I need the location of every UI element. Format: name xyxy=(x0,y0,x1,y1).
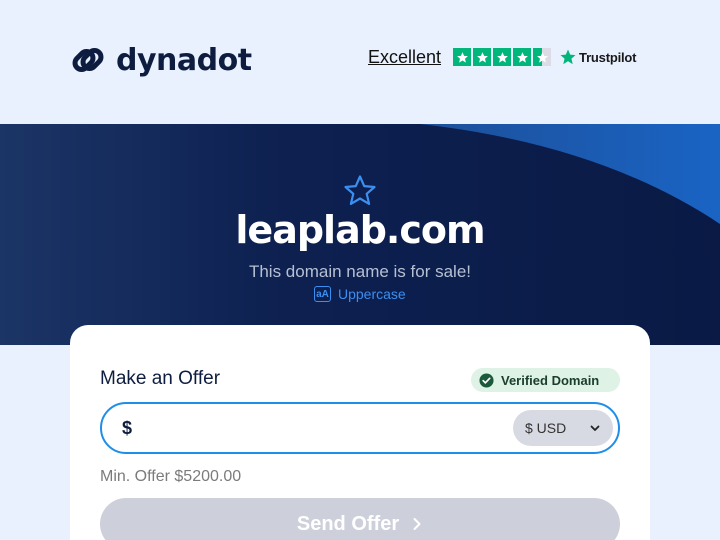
trustpilot-logo: Trustpilot xyxy=(559,48,636,66)
currency-selected-label: $ USD xyxy=(525,420,567,436)
offer-card: Make an Offer Verified Domain $ $ USD Mi… xyxy=(70,325,650,540)
min-offer-text: Min. Offer $5200.00 xyxy=(100,468,242,485)
star-icon xyxy=(493,48,512,66)
half-star-icon xyxy=(533,48,552,66)
brand-name: dynadot xyxy=(116,42,252,78)
uppercase-label: Uppercase xyxy=(338,286,406,302)
star-outline-icon[interactable] xyxy=(342,173,378,209)
send-offer-button[interactable]: Send Offer xyxy=(100,498,620,540)
currency-select[interactable]: $ USD xyxy=(513,410,613,446)
star-icon xyxy=(453,48,472,66)
currency-symbol: $ xyxy=(122,418,133,438)
trustpilot-text: Trustpilot xyxy=(579,49,637,65)
for-sale-text: This domain name is for sale! xyxy=(248,262,472,281)
star-icon xyxy=(473,48,492,66)
chevron-right-icon xyxy=(413,518,421,530)
chain-link-icon xyxy=(72,48,104,72)
rating-label[interactable]: Excellent xyxy=(368,47,441,68)
verified-badge: Verified Domain xyxy=(471,368,620,392)
dynadot-logo[interactable]: dynadot xyxy=(68,38,252,82)
star-icon xyxy=(513,48,532,66)
verified-label: Verified Domain xyxy=(501,372,600,388)
offer-amount-input[interactable] xyxy=(146,414,506,442)
trustpilot-rating[interactable]: Excellent Trustpilot xyxy=(368,46,636,68)
domain-name: leaplab.com xyxy=(235,208,485,252)
offer-amount-field[interactable]: $ $ USD xyxy=(100,402,620,454)
chevron-down-icon xyxy=(590,425,600,431)
send-offer-label: Send Offer xyxy=(296,512,400,535)
uppercase-toggle[interactable]: aA Uppercase xyxy=(314,285,406,303)
letter-case-icon: aA xyxy=(314,286,331,302)
check-circle-icon xyxy=(479,372,494,388)
rating-stars xyxy=(453,48,552,66)
site-header: dynadot Excellent Trustpilot xyxy=(0,0,720,124)
trustpilot-star-icon xyxy=(560,49,576,65)
offer-title: Make an Offer xyxy=(100,368,221,389)
